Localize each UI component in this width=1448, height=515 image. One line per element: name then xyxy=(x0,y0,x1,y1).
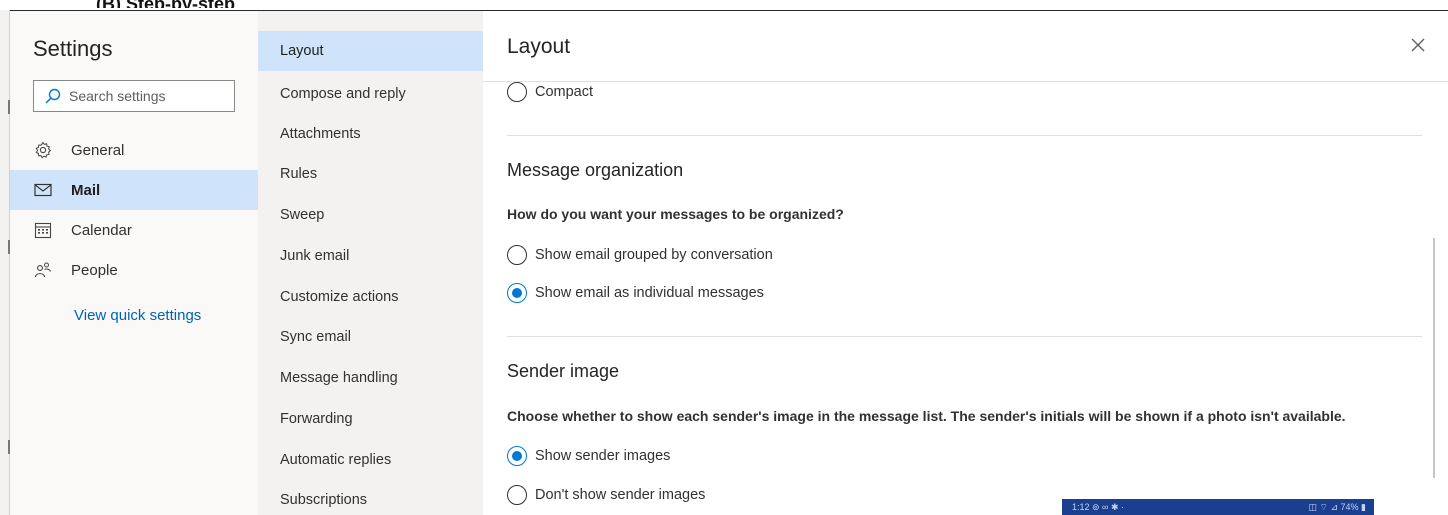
section-divider xyxy=(507,135,1422,136)
radio-show-sender-images[interactable]: Show sender images xyxy=(507,444,670,468)
category-mail[interactable]: Mail xyxy=(10,170,258,210)
search-settings-input[interactable]: Search settings xyxy=(33,80,235,112)
layout-settings-pane: Layout Compact Message organization How … xyxy=(483,11,1448,515)
subsetting-rules[interactable]: Rules xyxy=(258,154,483,194)
background-title-fragment: (B) Step-by-step xyxy=(96,0,235,8)
phone-status-right: ◫ ⌔ ⊿ 74% ▮ xyxy=(1308,501,1366,512)
subsetting-message-handling[interactable]: Message handling xyxy=(258,358,483,398)
radio-label: Show email as individual messages xyxy=(535,285,764,301)
subsetting-layout[interactable]: Layout xyxy=(258,31,483,71)
phone-notification-overlay: 1:12 ⊚ ∞ ✱ · ◫ ⌔ ⊿ 74% ▮ xyxy=(1062,499,1374,515)
background-left-strip xyxy=(0,10,10,515)
phone-status-left: 1:12 ⊚ ∞ ✱ · xyxy=(1072,501,1125,512)
mail-subsettings-pane: Layout Compose and reply Attachments Rul… xyxy=(258,11,483,515)
radio-grouped-by-conversation[interactable]: Show email grouped by conversation xyxy=(507,243,773,267)
radio-individual-messages[interactable]: Show email as individual messages xyxy=(507,281,764,305)
settings-categories-pane: Settings Search settings General Mail Ca… xyxy=(10,11,258,515)
mail-icon xyxy=(32,179,54,201)
subsetting-sweep[interactable]: Sweep xyxy=(258,195,483,235)
category-label: Calendar xyxy=(71,221,132,239)
section-question: How do you want your messages to be orga… xyxy=(507,206,844,222)
close-icon[interactable] xyxy=(1408,35,1428,55)
radio-label: Show email grouped by conversation xyxy=(535,247,773,263)
subsetting-sync-email[interactable]: Sync email xyxy=(258,317,483,357)
radio-button-selected[interactable] xyxy=(507,446,527,466)
radio-label: Show sender images xyxy=(535,448,671,464)
pane-title: Layout xyxy=(507,35,571,58)
subsetting-compose-and-reply[interactable]: Compose and reply xyxy=(258,74,483,114)
radio-button-selected[interactable] xyxy=(507,283,527,303)
settings-title: Settings xyxy=(33,36,113,61)
view-quick-settings-link[interactable]: View quick settings xyxy=(74,307,201,324)
settings-panel: Settings Search settings General Mail Ca… xyxy=(10,10,1448,515)
radio-button[interactable] xyxy=(507,82,527,102)
radio-label: Don't show sender images xyxy=(535,487,706,503)
radio-compact[interactable]: Compact xyxy=(507,80,593,104)
section-divider xyxy=(507,336,1422,337)
subsetting-forwarding[interactable]: Forwarding xyxy=(258,399,483,439)
section-question: Choose whether to show each sender's ima… xyxy=(507,408,1346,424)
subsetting-subscriptions[interactable]: Subscriptions xyxy=(258,480,483,515)
header-divider xyxy=(483,81,1448,82)
radio-button[interactable] xyxy=(507,485,527,505)
scrollbar[interactable] xyxy=(1433,238,1435,478)
category-label: People xyxy=(71,261,118,279)
search-icon xyxy=(45,88,61,104)
category-calendar[interactable]: Calendar xyxy=(10,210,258,250)
radio-dont-show-sender-images[interactable]: Don't show sender images xyxy=(507,483,705,507)
section-heading-sender-image: Sender image xyxy=(507,361,620,381)
category-label: General xyxy=(71,141,125,159)
category-label: Mail xyxy=(71,181,101,199)
section-heading-message-organization: Message organization xyxy=(507,160,684,180)
subsetting-junk-email[interactable]: Junk email xyxy=(258,236,483,276)
category-people[interactable]: People xyxy=(10,250,258,290)
search-placeholder: Search settings xyxy=(69,88,166,104)
radio-button[interactable] xyxy=(507,245,527,265)
category-general[interactable]: General xyxy=(10,130,258,170)
subsetting-automatic-replies[interactable]: Automatic replies xyxy=(258,440,483,480)
calendar-icon xyxy=(32,219,54,241)
subsetting-attachments[interactable]: Attachments xyxy=(258,114,483,154)
people-icon xyxy=(32,259,54,281)
gear-icon xyxy=(32,139,54,161)
radio-label: Compact xyxy=(535,84,594,100)
background-top-strip: (B) Step-by-step xyxy=(0,0,1448,10)
subsetting-customize-actions[interactable]: Customize actions xyxy=(258,277,483,317)
